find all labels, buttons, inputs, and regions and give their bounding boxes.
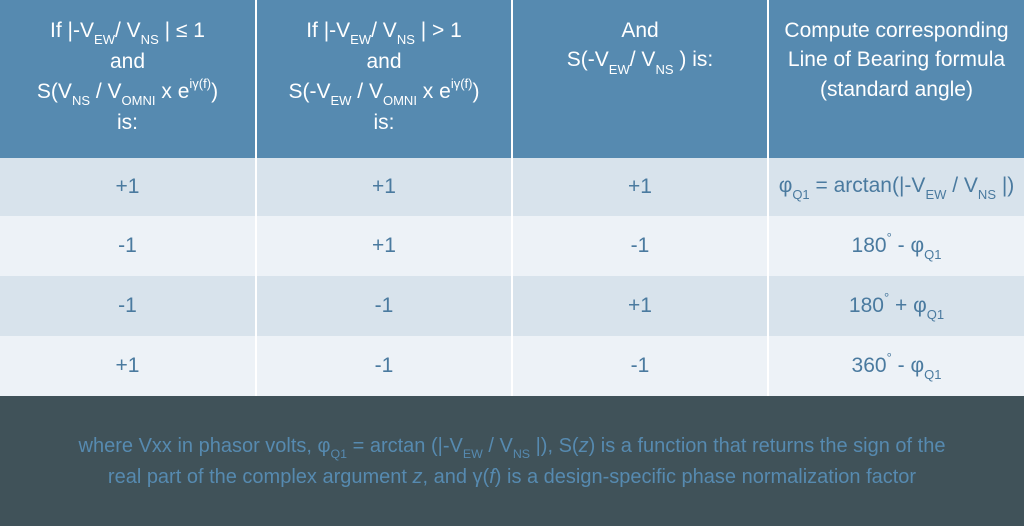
header-col-3: And S(-VEW/ VNS ) is: bbox=[512, 0, 768, 158]
cell-formula: 360° - φQ1 bbox=[768, 336, 1024, 396]
cell: -1 bbox=[512, 336, 768, 396]
footer-text: where Vxx in phasor volts, φQ1 = arctan … bbox=[79, 431, 946, 493]
table-row: +1 +1 +1 φQ1 = arctan(|-VEW / VNS |) bbox=[0, 158, 1024, 216]
cell: +1 bbox=[512, 276, 768, 336]
cell: +1 bbox=[0, 158, 256, 216]
header-row: If |-VEW/ VNS | ≤ 1 and S(VNS / VOMNI x … bbox=[0, 0, 1024, 158]
footer-note: where Vxx in phasor volts, φQ1 = arctan … bbox=[0, 396, 1024, 526]
cell: -1 bbox=[256, 336, 512, 396]
table-row: -1 +1 -1 180° - φQ1 bbox=[0, 216, 1024, 276]
bearing-formula-figure: If |-VEW/ VNS | ≤ 1 and S(VNS / VOMNI x … bbox=[0, 0, 1024, 526]
cell: -1 bbox=[256, 276, 512, 336]
cell: +1 bbox=[512, 158, 768, 216]
header-col-4: Compute corresponding Line of Bearing fo… bbox=[768, 0, 1024, 158]
table-row: +1 -1 -1 360° - φQ1 bbox=[0, 336, 1024, 396]
header-col-1: If |-VEW/ VNS | ≤ 1 and S(VNS / VOMNI x … bbox=[0, 0, 256, 158]
header-col-2: If |-VEW/ VNS | > 1 and S(-VEW / VOMNI x… bbox=[256, 0, 512, 158]
cell-formula: 180° - φQ1 bbox=[768, 216, 1024, 276]
cell: +1 bbox=[0, 336, 256, 396]
cell: +1 bbox=[256, 158, 512, 216]
cell-formula: 180° + φQ1 bbox=[768, 276, 1024, 336]
cell: -1 bbox=[512, 216, 768, 276]
cell: -1 bbox=[0, 276, 256, 336]
bearing-table: If |-VEW/ VNS | ≤ 1 and S(VNS / VOMNI x … bbox=[0, 0, 1024, 396]
cell: -1 bbox=[0, 216, 256, 276]
cell: +1 bbox=[256, 216, 512, 276]
cell-formula: φQ1 = arctan(|-VEW / VNS |) bbox=[768, 158, 1024, 216]
table-row: -1 -1 +1 180° + φQ1 bbox=[0, 276, 1024, 336]
